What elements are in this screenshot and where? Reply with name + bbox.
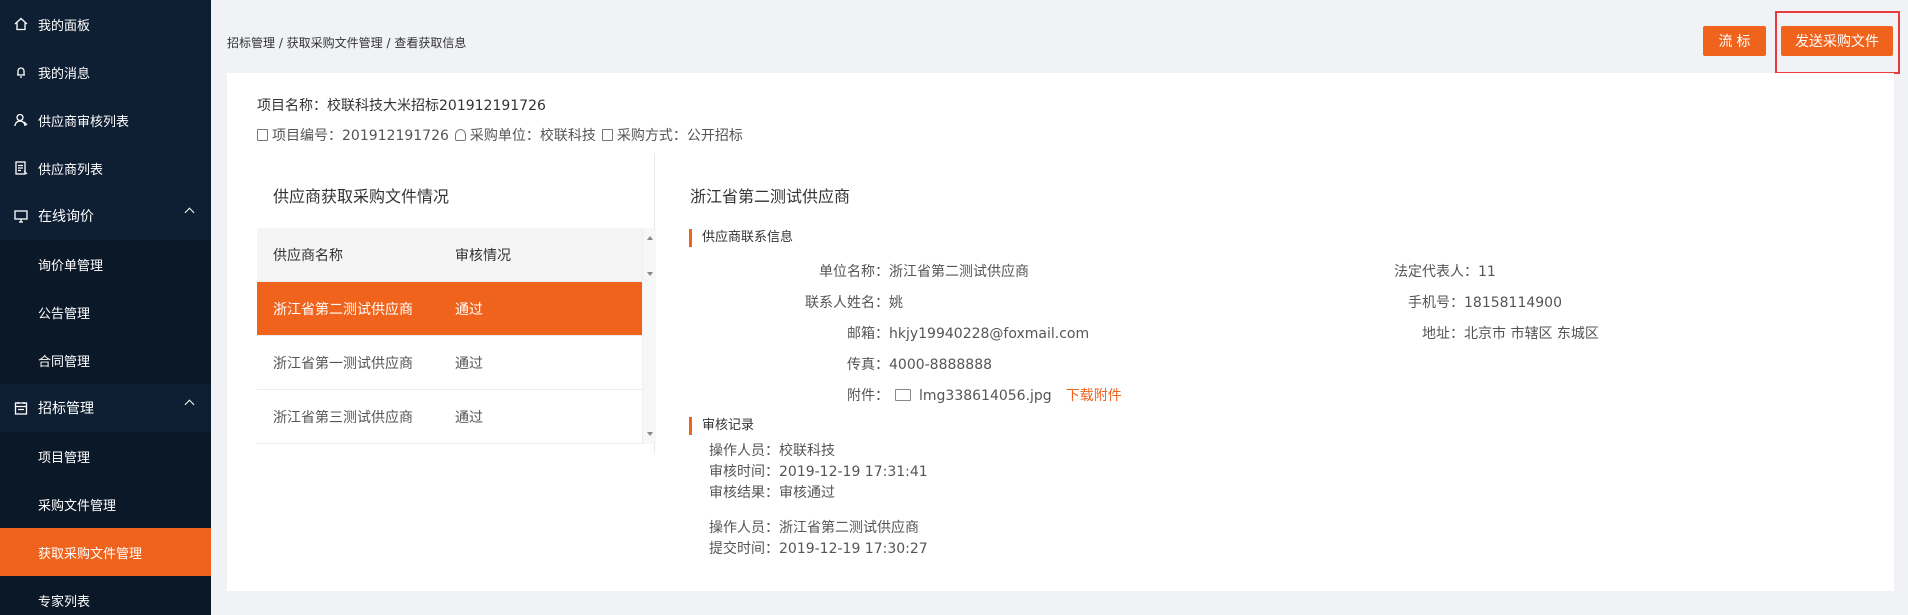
attachment-label: 附件： [847,388,889,404]
review-status: 通过 [455,409,483,426]
column-header: 供应商名称 [273,247,343,264]
sidebar-item-supplier-review[interactable]: 供应商审核列表 [0,96,211,144]
sidebar-item-label: 专家列表 [38,594,91,610]
list-icon [601,129,613,141]
supplier-name: 浙江省第二测试供应商 [273,301,413,318]
review-status: 通过 [455,355,483,372]
sidebar-item-label: 公告管理 [38,306,91,322]
user-check-icon [14,113,28,127]
supplier-detail-title: 浙江省第二测试供应商 [690,187,851,206]
project-name: 项目名称：校联科技大米招标201912191726 [257,98,546,114]
sidebar-group-label: 在线询价 [38,209,94,225]
sidebar: 我的面板 我的消息 供应商审核列表 供应商列表 在线询价 询价单管理 公告管理 … [0,0,211,615]
record-time: 审核时间：2019-12-19 17:31:41 [709,464,928,480]
table-scrollbar[interactable] [642,228,656,444]
download-attachment-link[interactable]: 下载附件 [1066,388,1122,404]
document-icon [257,129,268,141]
sidebar-item-announcements[interactable]: 公告管理 [0,288,211,336]
doc-list-icon [14,161,28,175]
fax: 传真：4000-8888888 [847,357,993,373]
review-section-title: 审核记录 [689,417,754,435]
fail-bid-button[interactable]: 流 标 [1703,26,1766,56]
scroll-down-icon[interactable] [647,272,653,276]
sidebar-item-label: 项目管理 [38,450,91,466]
supplier-table-title: 供应商获取采购文件情况 [273,187,450,206]
sidebar-submenu-bidding: 项目管理 采购文件管理 获取采购文件管理 专家列表 [0,432,211,615]
sidebar-item-label: 我的消息 [38,66,91,82]
table-row[interactable]: 浙江省第二测试供应商 通过 [257,282,642,336]
scroll-down-icon[interactable] [647,432,653,436]
review-record: 操作人员：校联科技 审核时间：2019-12-19 17:31:41 审核结果：… [709,441,928,504]
sidebar-item-experts[interactable]: 专家列表 [0,576,211,615]
phone-number: 手机号：18158114900 [1408,295,1562,311]
review-status: 通过 [455,301,483,318]
table-row[interactable]: 浙江省第一测试供应商 通过 [257,336,642,390]
column-header: 审核情况 [455,247,511,264]
project-number: 项目编号：201912191726 [272,128,449,144]
sidebar-item-label: 采购文件管理 [38,498,117,514]
sidebar-group-inquiry[interactable]: 在线询价 [0,192,211,240]
scroll-up-icon[interactable] [647,236,653,240]
contact-name: 联系人姓名：姚 [805,295,903,311]
sidebar-item-label: 询价单管理 [38,258,104,274]
review-record: 操作人员：浙江省第二测试供应商 提交时间：2019-12-19 17:30:27 [709,518,928,560]
sidebar-item-inquiry-orders[interactable]: 询价单管理 [0,240,211,288]
sidebar-item-label: 供应商列表 [38,162,104,178]
record-operator: 操作人员：浙江省第二测试供应商 [709,520,919,536]
chevron-up-icon [184,207,195,218]
supplier-name: 浙江省第三测试供应商 [273,409,413,426]
contact-section-title: 供应商联系信息 [689,229,793,247]
sidebar-item-contracts[interactable]: 合同管理 [0,336,211,384]
attachment-filename: lmg338614056.jpg [919,388,1052,404]
main-content: 招标管理 / 获取采购文件管理 / 查看获取信息 流 标 发送采购文件 项目名称… [211,0,1908,615]
legal-representative: 法定代表人：11 [1394,264,1496,280]
chevron-up-icon [184,399,195,410]
supplier-table: 供应商名称 审核情况 浙江省第二测试供应商 通过 浙江省第一测试供应商 通过 浙… [257,228,642,444]
record-result: 审核结果：审核通过 [709,485,835,501]
sidebar-item-purchase-docs[interactable]: 采购文件管理 [0,480,211,528]
record-operator: 操作人员：校联科技 [709,443,835,459]
sidebar-item-get-purchase-docs[interactable]: 获取采购文件管理 [0,528,211,576]
sidebar-item-label: 合同管理 [38,354,91,370]
sidebar-submenu-inquiry: 询价单管理 公告管理 合同管理 [0,240,211,384]
purchase-method: 采购方式：公开招标 [616,128,743,144]
table-row[interactable]: 浙江省第三测试供应商 通过 [257,390,642,444]
bell-icon [14,65,28,79]
person-icon [454,129,466,141]
sidebar-item-messages[interactable]: 我的消息 [0,48,211,96]
sidebar-item-projects[interactable]: 项目管理 [0,432,211,480]
breadcrumb: 招标管理 / 获取采购文件管理 / 查看获取信息 [227,36,467,50]
table-header: 供应商名称 审核情况 [257,228,642,282]
record-time: 提交时间：2019-12-19 17:30:27 [709,541,928,557]
attachment-row: 附件： lmg338614056.jpg 下载附件 [847,385,1122,405]
sidebar-group-label: 招标管理 [38,401,94,417]
email: 邮箱：hkjy19940228@foxmail.com [847,326,1090,342]
project-meta: 项目编号：201912191726 采购单位：校联科技 采购方式：公开招标 [257,125,749,145]
purchase-unit: 采购单位：校联科技 [469,128,596,144]
detail-panel: 项目名称：校联科技大米招标201912191726 项目编号：201912191… [227,73,1894,591]
sidebar-item-dashboard[interactable]: 我的面板 [0,0,211,48]
sidebar-group-bidding[interactable]: 招标管理 [0,384,211,432]
highlight-annotation [1775,11,1900,74]
sidebar-item-label: 我的面板 [38,18,91,34]
sidebar-item-supplier-list[interactable]: 供应商列表 [0,144,211,192]
calendar-icon [14,401,28,415]
sidebar-item-label: 供应商审核列表 [38,114,130,130]
home-icon [14,17,28,31]
unit-name: 单位名称：浙江省第二测试供应商 [819,264,1029,280]
sidebar-item-label: 获取采购文件管理 [38,546,143,562]
folder-icon [895,389,911,401]
address: 地址：北京市 市辖区 东城区 [1422,326,1599,342]
monitor-icon [14,209,28,223]
supplier-name: 浙江省第一测试供应商 [273,355,413,372]
